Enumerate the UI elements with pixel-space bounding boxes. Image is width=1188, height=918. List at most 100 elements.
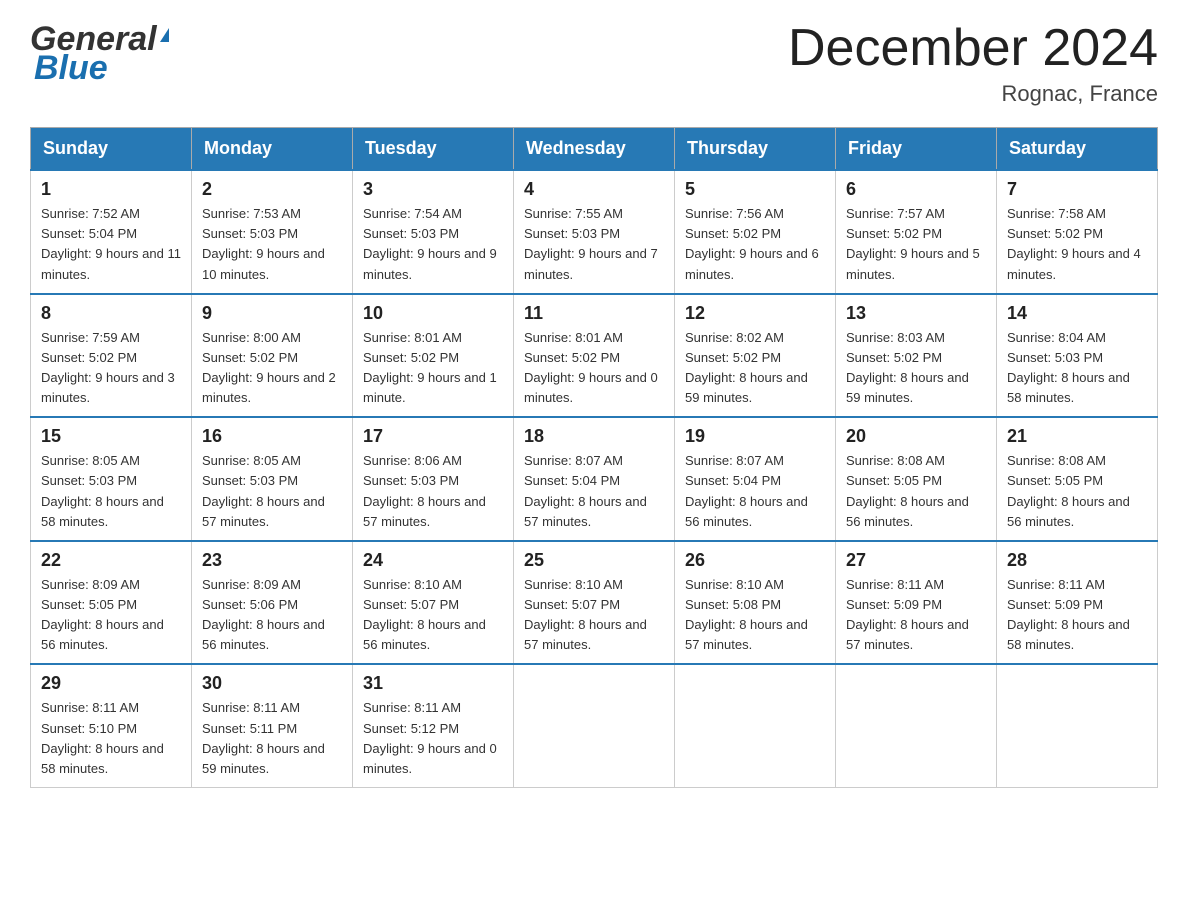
day-number: 3	[363, 179, 503, 200]
calendar-cell: 9 Sunrise: 8:00 AMSunset: 5:02 PMDayligh…	[192, 294, 353, 418]
calendar-cell: 29 Sunrise: 8:11 AMSunset: 5:10 PMDaylig…	[31, 664, 192, 787]
calendar-cell	[514, 664, 675, 787]
day-number: 17	[363, 426, 503, 447]
day-info: Sunrise: 8:11 AMSunset: 5:10 PMDaylight:…	[41, 698, 181, 779]
day-number: 1	[41, 179, 181, 200]
day-info: Sunrise: 8:06 AMSunset: 5:03 PMDaylight:…	[363, 451, 503, 532]
day-number: 14	[1007, 303, 1147, 324]
day-info: Sunrise: 8:09 AMSunset: 5:05 PMDaylight:…	[41, 575, 181, 656]
day-number: 15	[41, 426, 181, 447]
day-info: Sunrise: 8:07 AMSunset: 5:04 PMDaylight:…	[524, 451, 664, 532]
day-number: 13	[846, 303, 986, 324]
week-row-1: 1 Sunrise: 7:52 AMSunset: 5:04 PMDayligh…	[31, 170, 1158, 294]
day-info: Sunrise: 8:03 AMSunset: 5:02 PMDaylight:…	[846, 328, 986, 409]
calendar-cell: 18 Sunrise: 8:07 AMSunset: 5:04 PMDaylig…	[514, 417, 675, 541]
calendar-cell: 6 Sunrise: 7:57 AMSunset: 5:02 PMDayligh…	[836, 170, 997, 294]
calendar-cell: 31 Sunrise: 8:11 AMSunset: 5:12 PMDaylig…	[353, 664, 514, 787]
day-info: Sunrise: 8:09 AMSunset: 5:06 PMDaylight:…	[202, 575, 342, 656]
day-number: 2	[202, 179, 342, 200]
day-number: 26	[685, 550, 825, 571]
col-tuesday: Tuesday	[353, 128, 514, 171]
calendar-cell	[675, 664, 836, 787]
calendar-cell: 27 Sunrise: 8:11 AMSunset: 5:09 PMDaylig…	[836, 541, 997, 665]
week-row-3: 15 Sunrise: 8:05 AMSunset: 5:03 PMDaylig…	[31, 417, 1158, 541]
day-info: Sunrise: 7:52 AMSunset: 5:04 PMDaylight:…	[41, 204, 181, 285]
logo: General Blue	[30, 20, 169, 88]
day-number: 30	[202, 673, 342, 694]
day-number: 12	[685, 303, 825, 324]
calendar-cell: 13 Sunrise: 8:03 AMSunset: 5:02 PMDaylig…	[836, 294, 997, 418]
day-info: Sunrise: 7:58 AMSunset: 5:02 PMDaylight:…	[1007, 204, 1147, 285]
col-monday: Monday	[192, 128, 353, 171]
day-number: 9	[202, 303, 342, 324]
day-number: 22	[41, 550, 181, 571]
calendar-cell	[836, 664, 997, 787]
location: Rognac, France	[788, 81, 1158, 107]
day-info: Sunrise: 8:11 AMSunset: 5:11 PMDaylight:…	[202, 698, 342, 779]
calendar-cell: 23 Sunrise: 8:09 AMSunset: 5:06 PMDaylig…	[192, 541, 353, 665]
day-number: 7	[1007, 179, 1147, 200]
col-sunday: Sunday	[31, 128, 192, 171]
calendar-cell: 30 Sunrise: 8:11 AMSunset: 5:11 PMDaylig…	[192, 664, 353, 787]
calendar-header-row: Sunday Monday Tuesday Wednesday Thursday…	[31, 128, 1158, 171]
calendar-cell: 12 Sunrise: 8:02 AMSunset: 5:02 PMDaylig…	[675, 294, 836, 418]
day-info: Sunrise: 7:56 AMSunset: 5:02 PMDaylight:…	[685, 204, 825, 285]
calendar-cell: 26 Sunrise: 8:10 AMSunset: 5:08 PMDaylig…	[675, 541, 836, 665]
calendar-cell: 15 Sunrise: 8:05 AMSunset: 5:03 PMDaylig…	[31, 417, 192, 541]
day-number: 25	[524, 550, 664, 571]
day-number: 20	[846, 426, 986, 447]
calendar-cell: 1 Sunrise: 7:52 AMSunset: 5:04 PMDayligh…	[31, 170, 192, 294]
day-info: Sunrise: 8:11 AMSunset: 5:09 PMDaylight:…	[1007, 575, 1147, 656]
col-friday: Friday	[836, 128, 997, 171]
calendar-cell: 22 Sunrise: 8:09 AMSunset: 5:05 PMDaylig…	[31, 541, 192, 665]
calendar-cell: 16 Sunrise: 8:05 AMSunset: 5:03 PMDaylig…	[192, 417, 353, 541]
day-number: 5	[685, 179, 825, 200]
week-row-2: 8 Sunrise: 7:59 AMSunset: 5:02 PMDayligh…	[31, 294, 1158, 418]
day-info: Sunrise: 8:01 AMSunset: 5:02 PMDaylight:…	[363, 328, 503, 409]
day-info: Sunrise: 8:10 AMSunset: 5:08 PMDaylight:…	[685, 575, 825, 656]
page-header: General Blue December 2024 Rognac, Franc…	[30, 20, 1158, 107]
col-thursday: Thursday	[675, 128, 836, 171]
day-info: Sunrise: 8:10 AMSunset: 5:07 PMDaylight:…	[524, 575, 664, 656]
day-number: 10	[363, 303, 503, 324]
day-info: Sunrise: 7:53 AMSunset: 5:03 PMDaylight:…	[202, 204, 342, 285]
logo-triangle-icon	[160, 28, 169, 42]
day-info: Sunrise: 8:08 AMSunset: 5:05 PMDaylight:…	[1007, 451, 1147, 532]
day-number: 11	[524, 303, 664, 324]
day-info: Sunrise: 8:07 AMSunset: 5:04 PMDaylight:…	[685, 451, 825, 532]
day-info: Sunrise: 8:08 AMSunset: 5:05 PMDaylight:…	[846, 451, 986, 532]
calendar-cell: 24 Sunrise: 8:10 AMSunset: 5:07 PMDaylig…	[353, 541, 514, 665]
day-number: 24	[363, 550, 503, 571]
day-info: Sunrise: 8:01 AMSunset: 5:02 PMDaylight:…	[524, 328, 664, 409]
day-number: 21	[1007, 426, 1147, 447]
day-number: 27	[846, 550, 986, 571]
calendar-cell	[997, 664, 1158, 787]
calendar-cell: 14 Sunrise: 8:04 AMSunset: 5:03 PMDaylig…	[997, 294, 1158, 418]
calendar-cell: 2 Sunrise: 7:53 AMSunset: 5:03 PMDayligh…	[192, 170, 353, 294]
logo-blue-text: Blue	[34, 49, 108, 87]
day-number: 4	[524, 179, 664, 200]
day-number: 18	[524, 426, 664, 447]
month-title: December 2024	[788, 20, 1158, 77]
day-number: 28	[1007, 550, 1147, 571]
week-row-4: 22 Sunrise: 8:09 AMSunset: 5:05 PMDaylig…	[31, 541, 1158, 665]
title-section: December 2024 Rognac, France	[788, 20, 1158, 107]
calendar-cell: 21 Sunrise: 8:08 AMSunset: 5:05 PMDaylig…	[997, 417, 1158, 541]
day-info: Sunrise: 7:59 AMSunset: 5:02 PMDaylight:…	[41, 328, 181, 409]
col-saturday: Saturday	[997, 128, 1158, 171]
calendar-cell: 19 Sunrise: 8:07 AMSunset: 5:04 PMDaylig…	[675, 417, 836, 541]
calendar-cell: 25 Sunrise: 8:10 AMSunset: 5:07 PMDaylig…	[514, 541, 675, 665]
day-info: Sunrise: 8:11 AMSunset: 5:12 PMDaylight:…	[363, 698, 503, 779]
day-number: 16	[202, 426, 342, 447]
calendar-cell: 5 Sunrise: 7:56 AMSunset: 5:02 PMDayligh…	[675, 170, 836, 294]
day-number: 29	[41, 673, 181, 694]
calendar-cell: 4 Sunrise: 7:55 AMSunset: 5:03 PMDayligh…	[514, 170, 675, 294]
calendar-cell: 8 Sunrise: 7:59 AMSunset: 5:02 PMDayligh…	[31, 294, 192, 418]
calendar-cell: 11 Sunrise: 8:01 AMSunset: 5:02 PMDaylig…	[514, 294, 675, 418]
day-info: Sunrise: 8:11 AMSunset: 5:09 PMDaylight:…	[846, 575, 986, 656]
calendar-table: Sunday Monday Tuesday Wednesday Thursday…	[30, 127, 1158, 788]
day-number: 23	[202, 550, 342, 571]
calendar-cell: 10 Sunrise: 8:01 AMSunset: 5:02 PMDaylig…	[353, 294, 514, 418]
day-info: Sunrise: 8:05 AMSunset: 5:03 PMDaylight:…	[202, 451, 342, 532]
calendar-cell: 20 Sunrise: 8:08 AMSunset: 5:05 PMDaylig…	[836, 417, 997, 541]
